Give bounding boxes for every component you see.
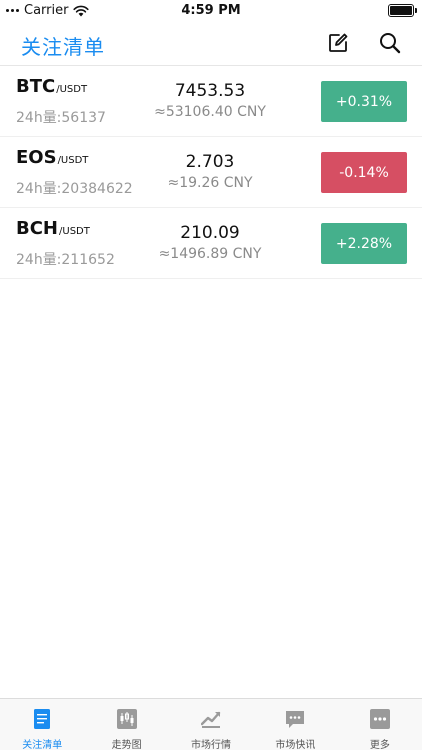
quote-currency: /USDT: [57, 155, 89, 166]
search-icon[interactable]: [378, 31, 402, 55]
tab-label: 关注清单: [22, 740, 63, 750]
nav-bar: 关注清单: [0, 22, 422, 66]
last-price: 7453.53: [174, 81, 246, 101]
last-price: 2.703: [185, 152, 235, 172]
tab-label: 走势图: [111, 740, 142, 750]
watchlist-row-btc[interactable]: BTC/USDT 24h量:56137 7453.53 ≈53106.40 CN…: [0, 66, 422, 137]
symbol: EOS/USDT: [16, 147, 88, 168]
candlestick-icon: [116, 709, 137, 729]
trend-chart-icon: [201, 711, 221, 728]
volume-24h: 24h量:20384622: [16, 181, 133, 197]
symbol-name: BTC: [16, 76, 56, 97]
tab-market[interactable]: 市场行情: [169, 699, 253, 750]
cny-price: ≈53106.40 CNY: [154, 104, 266, 120]
battery-icon: [388, 4, 417, 17]
symbol-name: BCH: [16, 218, 58, 239]
tab-news[interactable]: 市场快讯: [253, 699, 337, 750]
chat-bubble-icon: [286, 711, 305, 728]
watchlist-row-eos[interactable]: EOS/USDT 24h量:20384622 2.703 ≈19.26 CNY …: [0, 137, 422, 208]
page-title: 关注清单: [21, 35, 105, 59]
volume-24h: 24h量:56137: [16, 110, 106, 126]
document-icon: [34, 709, 51, 729]
status-bar: Carrier 4:59 PM: [0, 0, 422, 22]
change-badge[interactable]: +2.28%: [321, 223, 407, 264]
edit-icon[interactable]: [326, 31, 350, 55]
tab-more[interactable]: 更多: [338, 699, 422, 750]
tab-chart[interactable]: 走势图: [84, 699, 168, 750]
tab-label: 市场快讯: [275, 740, 316, 750]
cny-price: ≈1496.89 CNY: [158, 246, 262, 262]
change-badge[interactable]: -0.14%: [321, 152, 407, 193]
quote-currency: /USDT: [56, 84, 88, 95]
symbol: BCH/USDT: [16, 218, 90, 239]
tab-bar: 关注清单 走势图 市场行情 市场快讯 更多: [0, 698, 422, 750]
watchlist: BTC/USDT 24h量:56137 7453.53 ≈53106.40 CN…: [0, 66, 422, 279]
symbol-name: EOS: [16, 147, 57, 168]
tab-label: 市场行情: [191, 740, 232, 750]
more-icon: [369, 709, 390, 729]
tab-watchlist[interactable]: 关注清单: [0, 699, 84, 750]
change-badge[interactable]: +0.31%: [321, 81, 407, 122]
tab-label: 更多: [369, 740, 390, 750]
cny-price: ≈19.26 CNY: [167, 175, 253, 191]
volume-24h: 24h量:211652: [16, 252, 115, 268]
watchlist-row-bch[interactable]: BCH/USDT 24h量:211652 210.09 ≈1496.89 CNY…: [0, 208, 422, 279]
last-price: 210.09: [180, 223, 240, 243]
quote-currency: /USDT: [59, 226, 90, 237]
symbol: BTC/USDT: [16, 76, 87, 97]
clock: 4:59 PM: [181, 3, 241, 18]
